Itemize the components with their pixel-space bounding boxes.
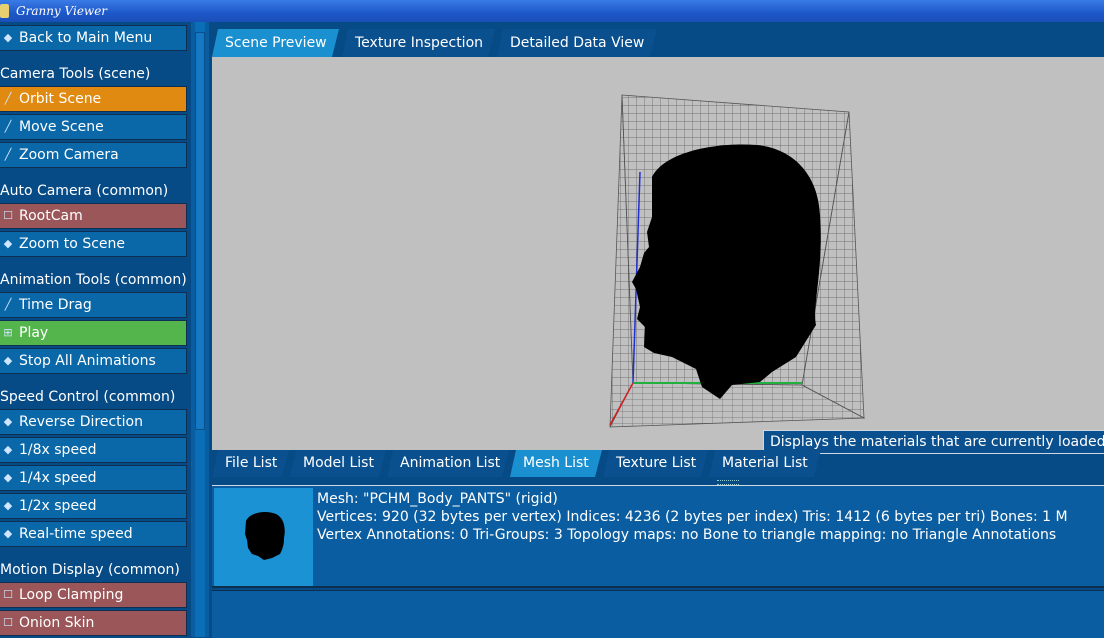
diamond-icon: ◆ <box>3 443 13 456</box>
sidebar-button-label: Move Scene <box>19 119 104 135</box>
scrollbar-thumb[interactable] <box>195 32 205 430</box>
mesh-annotations-line: Vertex Annotations: 0 Tri-Groups: 3 Topo… <box>317 527 1057 543</box>
scene-viewport[interactable] <box>212 57 1104 450</box>
diamond-icon: ◆ <box>3 354 13 367</box>
sidebar-button-back-to-main-menu[interactable]: ◆ Back to Main Menu <box>0 25 187 51</box>
sidebar-button-label: Onion Skin <box>19 615 95 631</box>
sidebar-button-label: Real-time speed <box>19 526 133 542</box>
sidebar-scrollbar[interactable] <box>191 22 209 637</box>
lower-panel <box>212 590 1104 638</box>
sidebar-button-1-2x-speed[interactable]: ◆ 1/2x speed <box>0 493 187 519</box>
sidebar: ◆ Back to Main Menu Camera Tools (scene) ╱ O… <box>0 22 190 637</box>
sidebar-button-rootcam[interactable]: ☐ RootCam <box>0 203 187 229</box>
mesh-thumbnail-image <box>245 512 285 560</box>
checkbox-icon: ☐ <box>3 209 13 222</box>
grid-checkbox-icon: ⊞ <box>3 326 13 339</box>
sidebar-button-label: 1/8x speed <box>19 442 97 458</box>
mesh-name-line: Mesh: "PCHM_Body_PANTS" (rigid) <box>317 491 558 507</box>
sidebar-section-camera-tools-scene: Camera Tools (scene) <box>0 66 151 82</box>
tab-model-list[interactable]: Model List <box>290 450 386 477</box>
slash-tool-icon: ╱ <box>4 92 12 105</box>
sidebar-button-label: Zoom to Scene <box>19 236 125 252</box>
tab-file-list[interactable]: File List <box>212 450 289 477</box>
sidebar-button-zoom-to-scene[interactable]: ◆ Zoom to Scene <box>0 231 187 257</box>
sidebar-section-animation-tools-common: Animation Tools (common) <box>0 272 187 288</box>
sidebar-button-label: Loop Clamping <box>19 587 124 603</box>
diamond-icon: ◆ <box>3 237 13 250</box>
sidebar-button-play[interactable]: ⊞ Play <box>0 320 187 346</box>
diamond-icon: ◆ <box>3 471 13 484</box>
sidebar-button-label: 1/2x speed <box>19 498 97 514</box>
sidebar-button-1-4x-speed[interactable]: ◆ 1/4x speed <box>0 465 187 491</box>
sidebar-button-label: Play <box>19 325 49 341</box>
diamond-icon: ◆ <box>3 527 13 540</box>
slash-tool-icon: ╱ <box>4 298 12 311</box>
slash-tool-icon: ╱ <box>4 120 12 133</box>
diamond-icon: ◆ <box>3 415 13 428</box>
sidebar-button-1-8x-speed[interactable]: ◆ 1/8x speed <box>0 437 187 463</box>
window-title: Granny Viewer <box>16 4 108 18</box>
sidebar-button-orbit-scene[interactable]: ╱ Orbit Scene <box>0 86 187 112</box>
sidebar-button-move-scene[interactable]: ╱ Move Scene <box>0 114 187 140</box>
title-bar: Granny Viewer <box>0 0 1104 22</box>
bottom-tab-bar: File List Model List Animation List Mesh… <box>212 450 1104 477</box>
checkbox-icon: ☐ <box>3 588 13 601</box>
sidebar-button-label: Orbit Scene <box>19 91 102 107</box>
tab-material-list[interactable]: Material List <box>709 450 821 477</box>
slash-tool-icon: ╱ <box>4 148 12 161</box>
mesh-list-panel: Mesh: "PCHM_Body_PANTS" (rigid) Vertices… <box>212 485 1104 588</box>
sidebar-button-zoom-camera[interactable]: ╱ Zoom Camera <box>0 142 187 168</box>
mesh-thumbnail[interactable] <box>214 488 313 586</box>
sidebar-section-auto-camera-common: Auto Camera (common) <box>0 183 169 199</box>
diamond-icon: ◆ <box>3 499 13 512</box>
tab-mesh-list[interactable]: Mesh List <box>510 450 602 477</box>
panel-splitter[interactable] <box>212 477 1104 485</box>
sidebar-section-motion-display-common: Motion Display (common) <box>0 562 180 578</box>
tab-texture-inspection[interactable]: Texture Inspection <box>342 29 495 57</box>
sidebar-button-label: Back to Main Menu <box>19 30 153 46</box>
mesh-info-text: Mesh: "PCHM_Body_PANTS" (rigid) Vertices… <box>317 490 1068 544</box>
sidebar-button-label: Time Drag <box>19 297 92 313</box>
sidebar-button-onion-skin[interactable]: ☐ Onion Skin <box>0 610 187 636</box>
tab-texture-list[interactable]: Texture List <box>603 450 708 477</box>
sidebar-button-stop-all-animations[interactable]: ◆ Stop All Animations <box>0 348 187 374</box>
tab-detailed-data-view[interactable]: Detailed Data View <box>497 29 657 57</box>
tab-scene-preview[interactable]: Scene Preview <box>212 29 339 57</box>
checkbox-icon: ☐ <box>3 616 13 629</box>
tab-animation-list[interactable]: Animation List <box>387 450 509 477</box>
sidebar-button-label: Stop All Animations <box>19 353 156 369</box>
scene-render <box>609 94 866 428</box>
diamond-icon: ◆ <box>3 31 13 44</box>
sidebar-button-loop-clamping[interactable]: ☐ Loop Clamping <box>0 582 187 608</box>
mesh-stats-line: Vertices: 920 (32 bytes per vertex) Indi… <box>317 509 1068 525</box>
sidebar-button-label: 1/4x speed <box>19 470 97 486</box>
sidebar-section-speed-control-common: Speed Control (common) <box>0 389 176 405</box>
sidebar-button-time-drag[interactable]: ╱ Time Drag <box>0 292 187 318</box>
sidebar-button-label: Reverse Direction <box>19 414 143 430</box>
sidebar-button-real-time-speed[interactable]: ◆ Real-time speed <box>0 521 187 547</box>
sidebar-button-reverse-direction[interactable]: ◆ Reverse Direction <box>0 409 187 435</box>
sidebar-button-label: Zoom Camera <box>19 147 119 163</box>
app-icon <box>0 4 9 18</box>
top-tab-bar: Scene Preview Texture Inspection Detaile… <box>212 29 1104 57</box>
sidebar-button-label: RootCam <box>19 208 83 224</box>
